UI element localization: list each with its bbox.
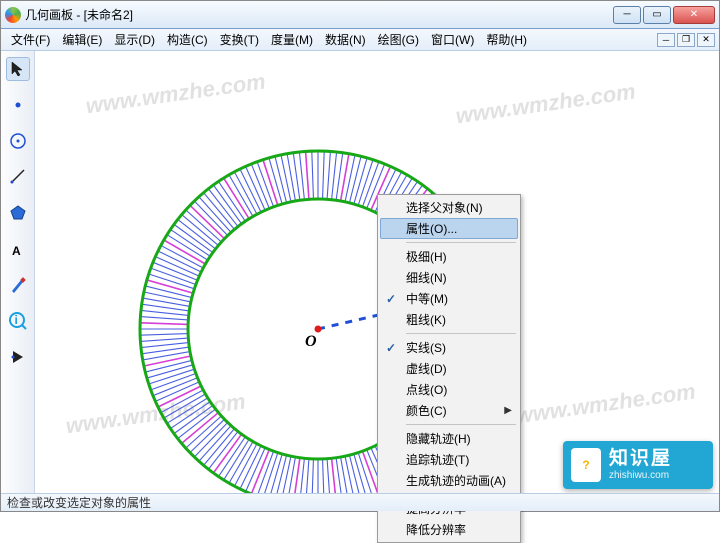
menu-construct[interactable]: 构造(C)	[161, 29, 214, 50]
line-tool[interactable]	[6, 165, 30, 189]
ctx-item[interactable]: 降低分辨率	[380, 519, 518, 540]
menu-edit[interactable]: 编辑(E)	[56, 29, 108, 50]
menu-graph[interactable]: 绘图(G)	[372, 29, 425, 50]
ctx-item[interactable]: 虚线(D)	[380, 358, 518, 379]
ctx-item[interactable]: ✓中等(M)	[380, 288, 518, 309]
ctx-item[interactable]: ✓实线(S)	[380, 337, 518, 358]
content-area: A i www.wmzhe.com www.wmzhe.com www.wmzh…	[1, 51, 719, 493]
titlebar: 几何画板 - [未命名2] ─ ▭ ✕	[1, 1, 719, 29]
status-bar: 检查或改变选定对象的属性	[1, 493, 719, 511]
brand-text: 知识屋 zhishiwu.com	[609, 449, 672, 481]
pointer-tool[interactable]	[6, 57, 30, 81]
pen-tool[interactable]	[6, 273, 30, 297]
mdi-close[interactable]: ✕	[697, 33, 715, 47]
minimize-button[interactable]: ─	[613, 6, 641, 24]
info-tool[interactable]: i	[6, 309, 30, 333]
point-label-o: O	[305, 333, 317, 351]
ctx-item[interactable]: 粗线(K)	[380, 309, 518, 330]
brand-badge: ? 知识屋 zhishiwu.com	[563, 441, 713, 489]
close-button[interactable]: ✕	[673, 6, 715, 24]
menu-display[interactable]: 显示(D)	[108, 29, 161, 50]
menu-file[interactable]: 文件(F)	[5, 29, 56, 50]
maximize-button[interactable]: ▭	[643, 6, 671, 24]
ctx-item[interactable]: 生成轨迹的动画(A)	[380, 470, 518, 491]
mdi-minimize[interactable]: ─	[657, 33, 675, 47]
ctx-item[interactable]: 隐藏轨迹(H)	[380, 428, 518, 449]
ctx-item[interactable]: 颜色(C)▶	[380, 400, 518, 421]
svg-text:A: A	[12, 244, 21, 258]
mdi-restore[interactable]: ❐	[677, 33, 695, 47]
context-menu: 选择父对象(N)属性(O)... 极细(H)细线(N)✓中等(M)粗线(K) ✓实线…	[377, 194, 521, 543]
menu-data[interactable]: 数据(N)	[319, 29, 372, 50]
vertical-toolbar: A i	[1, 51, 35, 493]
window-title: 几何画板 - [未命名2]	[25, 6, 613, 23]
menu-measure[interactable]: 度量(M)	[265, 29, 319, 50]
menu-help[interactable]: 帮助(H)	[480, 29, 533, 50]
app-icon	[5, 7, 21, 23]
ctx-item[interactable]: 点线(O)	[380, 379, 518, 400]
brand-icon: ?	[571, 448, 601, 482]
menu-transform[interactable]: 变换(T)	[214, 29, 265, 50]
mdi-buttons: ─ ❐ ✕	[657, 33, 715, 47]
circle-tool[interactable]	[6, 129, 30, 153]
polygon-tool[interactable]	[6, 201, 30, 225]
svg-text:i: i	[14, 313, 17, 327]
ctx-item[interactable]: 属性(O)...	[380, 218, 518, 239]
menubar: 文件(F) 编辑(E) 显示(D) 构造(C) 变换(T) 度量(M) 数据(N…	[1, 29, 719, 51]
ctx-item[interactable]: 追踪轨迹(T)	[380, 449, 518, 470]
ctx-item[interactable]: 细线(N)	[380, 267, 518, 288]
point-tool[interactable]	[6, 93, 30, 117]
menu-window[interactable]: 窗口(W)	[425, 29, 480, 50]
text-tool[interactable]: A	[6, 237, 30, 261]
status-text: 检查或改变选定对象的属性	[7, 494, 151, 511]
window-buttons: ─ ▭ ✕	[613, 6, 715, 24]
ctx-item[interactable]: 选择父对象(N)	[380, 197, 518, 218]
ctx-item[interactable]: 极细(H)	[380, 246, 518, 267]
custom-tool[interactable]	[6, 345, 30, 369]
